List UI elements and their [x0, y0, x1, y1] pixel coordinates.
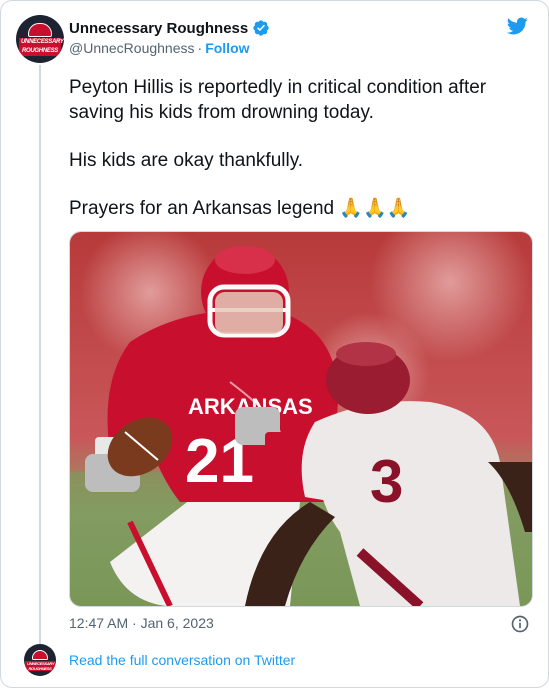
- logo-helmet-shape-small: [32, 649, 48, 660]
- tweet-photo[interactable]: ARKANSAS 21 3: [69, 231, 533, 607]
- read-conversation-link[interactable]: Read the full conversation on Twitter: [69, 652, 295, 668]
- tweet-text: Peyton Hillis is reportedly in critical …: [69, 75, 529, 221]
- logo-badge: UNNECESSARY ROUGHNESS: [19, 22, 64, 56]
- tweet-timestamp[interactable]: 12:47 AM · Jan 6, 2023: [69, 615, 214, 631]
- tweet-paragraph-2: His kids are okay thankfully.: [69, 150, 304, 171]
- author-name-row: Unnecessary Roughness: [69, 19, 270, 37]
- avatar[interactable]: UNNECESSARY ROUGHNESS: [16, 15, 64, 63]
- logo-text: UNNECESSARY ROUGHNESS: [19, 37, 64, 56]
- tweet-paragraph-1: Peyton Hillis is reportedly in critical …: [69, 77, 487, 123]
- separator-dot: ·: [197, 40, 203, 56]
- tweet-card: UNNECESSARY ROUGHNESS Unnecessary Roughn…: [0, 0, 549, 688]
- author-name[interactable]: Unnecessary Roughness: [69, 20, 248, 37]
- follow-button[interactable]: Follow: [205, 40, 249, 56]
- logo-text-small: UNNECESSARY ROUGHNESS: [25, 660, 55, 671]
- thread-line: [39, 65, 41, 645]
- info-icon[interactable]: [510, 614, 530, 634]
- logo-helmet-shape: [28, 22, 52, 37]
- jersey-number-away: 3: [370, 448, 403, 515]
- football-photo-illustration: ARKANSAS 21 3: [70, 232, 532, 606]
- author-handle[interactable]: @UnnecRoughness: [69, 40, 195, 56]
- logo-badge-small: UNNECESSARY ROUGHNESS: [25, 649, 55, 671]
- twitter-bird-icon[interactable]: [504, 15, 530, 37]
- avatar-small[interactable]: UNNECESSARY ROUGHNESS: [24, 644, 56, 676]
- tweet-paragraph-3: Prayers for an Arkansas legend 🙏🙏🙏: [69, 198, 411, 219]
- verified-badge-icon: [253, 20, 269, 36]
- author-handle-row: @UnnecRoughness · Follow: [69, 40, 250, 56]
